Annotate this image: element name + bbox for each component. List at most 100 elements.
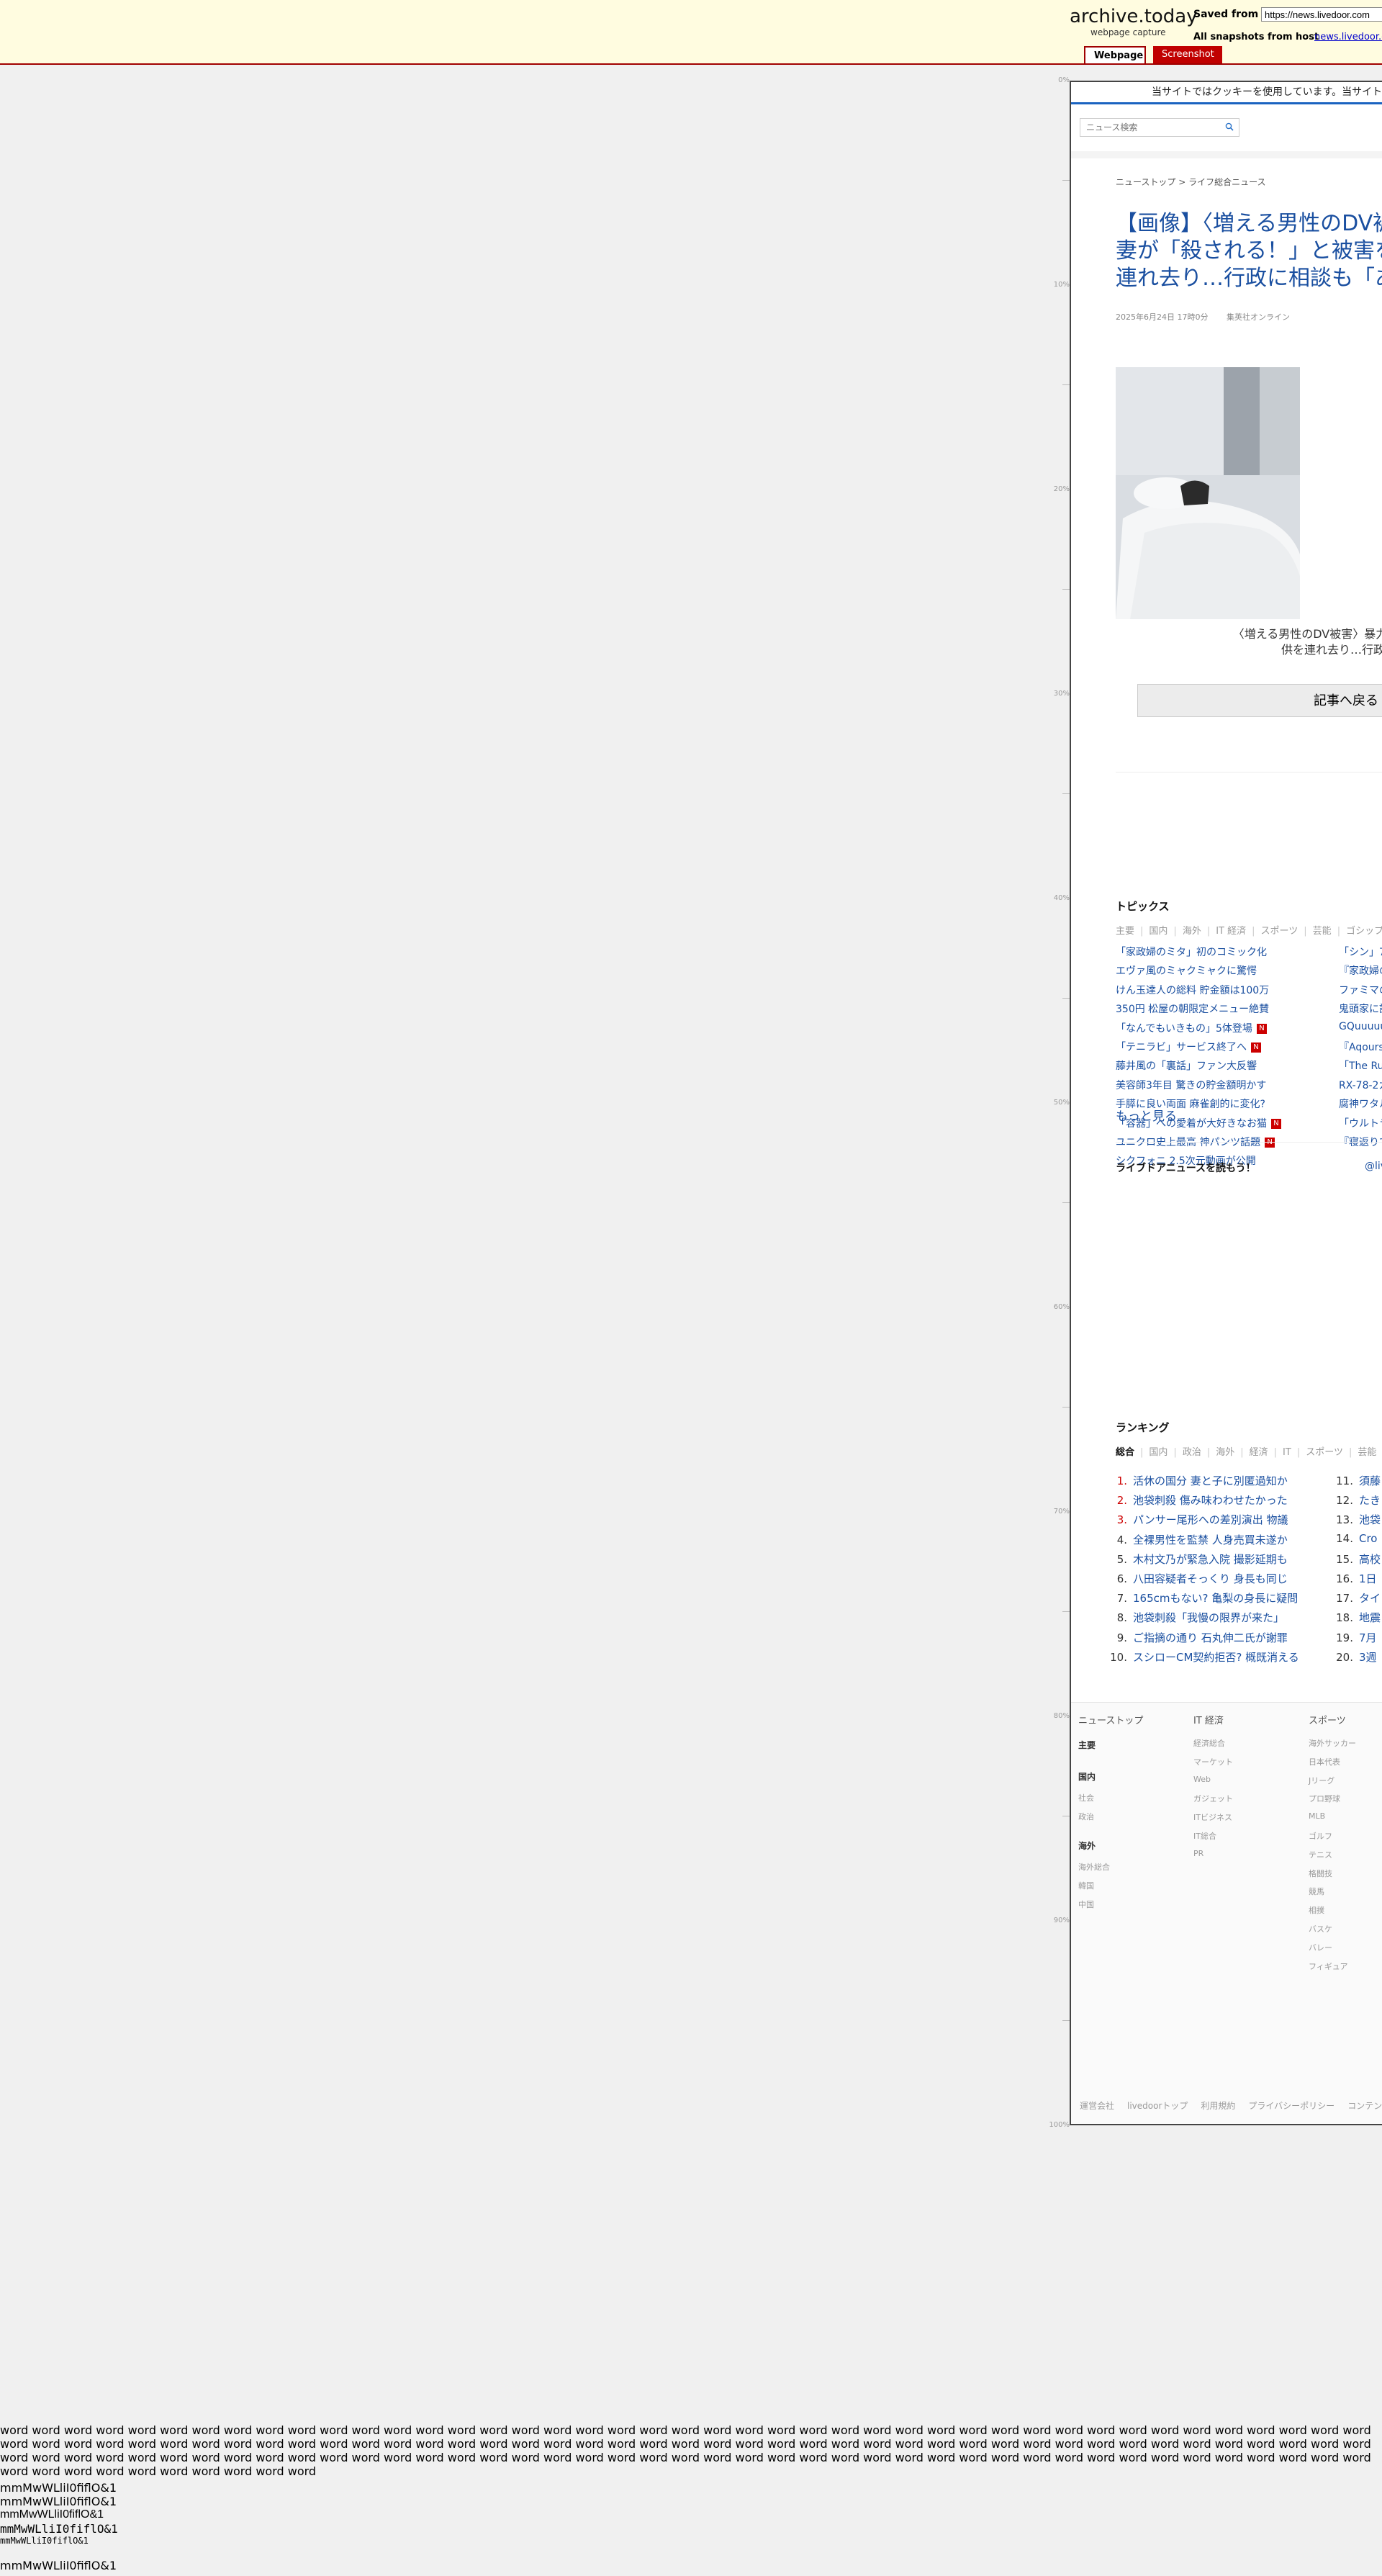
- footer-link[interactable]: バレー: [1309, 1942, 1332, 1953]
- section-tab[interactable]: 国内: [1149, 926, 1168, 937]
- topic-link[interactable]: 『Aqours: [1339, 1040, 1382, 1054]
- topic-link[interactable]: 「家政婦のミタ」初のコミック化: [1116, 945, 1267, 959]
- ranking-item[interactable]: 18. 地震: [1333, 1610, 1381, 1625]
- footer-link[interactable]: IT総合: [1193, 1830, 1216, 1842]
- section-tab[interactable]: スポーツ: [1261, 926, 1299, 937]
- ranking-item[interactable]: 1. 活休の国分 妻と子に別匿過知か: [1107, 1473, 1288, 1488]
- footer-group-head[interactable]: 主要: [1078, 1739, 1096, 1751]
- footer-bottom-link[interactable]: livedoorトップ: [1127, 2101, 1188, 2111]
- section-tab[interactable]: ゴシップ: [1346, 926, 1382, 937]
- ranking-item[interactable]: 12. たき: [1333, 1492, 1381, 1508]
- footer-link[interactable]: マーケット: [1193, 1756, 1233, 1767]
- anime-twitter-link[interactable]: @liv: [1365, 1161, 1382, 1172]
- footer-link[interactable]: 海外サッカー: [1309, 1737, 1356, 1749]
- topic-link[interactable]: RX-78-2ガ: [1339, 1078, 1382, 1092]
- ranking-item[interactable]: 20. 3週: [1333, 1649, 1376, 1665]
- footer-link[interactable]: Web: [1193, 1775, 1211, 1784]
- breadcrumb[interactable]: ニューストップ > ライフ総合ニュース: [1116, 176, 1266, 188]
- footer-link[interactable]: MLB: [1309, 1811, 1325, 1821]
- ranking-item[interactable]: 11. 須藤: [1333, 1473, 1381, 1488]
- section-tab[interactable]: 経済: [1250, 1447, 1268, 1458]
- section-tab[interactable]: 政治: [1183, 1447, 1201, 1458]
- search-icon[interactable]: [1225, 122, 1234, 131]
- topic-link[interactable]: 「ウルトラ: [1339, 1116, 1382, 1130]
- ranking-item[interactable]: 13. 池袋: [1333, 1512, 1381, 1527]
- footer-bottom-link[interactable]: コンテンツ: [1347, 2101, 1382, 2111]
- section-tab[interactable]: 芸能: [1313, 926, 1332, 937]
- topic-link[interactable]: 鬼頭家に記: [1339, 1001, 1382, 1016]
- ranking-item[interactable]: 8. 池袋刺殺「我慢の限界が来た」: [1107, 1610, 1284, 1625]
- footer-link[interactable]: 海外総合: [1078, 1861, 1110, 1873]
- footer-col-news[interactable]: ニューストップ: [1078, 1713, 1143, 1726]
- footer-link[interactable]: 競馬: [1309, 1886, 1324, 1897]
- ranking-item[interactable]: 9. ご指摘の通り 石丸伸二氏が謝罪: [1107, 1630, 1288, 1645]
- topic-link[interactable]: 「シン」7: [1339, 945, 1382, 959]
- more-topics-link[interactable]: もっと見る: [1116, 1106, 1177, 1124]
- footer-col-it[interactable]: IT 経済: [1193, 1713, 1224, 1726]
- host-snapshots-link[interactable]: news.livedoor.com: [1314, 32, 1382, 42]
- section-tab[interactable]: IT 経済: [1216, 926, 1246, 937]
- topic-link[interactable]: 藤井風の「裏話」ファン大反響: [1116, 1058, 1257, 1073]
- ranking-item[interactable]: 19. 7月: [1333, 1630, 1376, 1645]
- footer-link[interactable]: テニス: [1309, 1849, 1332, 1860]
- topic-link[interactable]: けん玉達人の総料 貯金額は100万: [1116, 983, 1269, 997]
- footer-link[interactable]: 格闘技: [1309, 1868, 1332, 1879]
- footer-link[interactable]: 政治: [1078, 1811, 1094, 1822]
- footer-col-sports[interactable]: スポーツ: [1309, 1713, 1346, 1726]
- ranking-item[interactable]: 15. 高校: [1333, 1552, 1381, 1567]
- news-search-input[interactable]: [1080, 118, 1239, 137]
- footer-link[interactable]: 経済総合: [1193, 1737, 1225, 1749]
- ranking-item[interactable]: 17. タイ: [1333, 1590, 1381, 1606]
- topic-link[interactable]: GQuuuuu: [1339, 1021, 1382, 1032]
- topic-link[interactable]: 「テニラビ」サービス終了へ N: [1116, 1040, 1261, 1054]
- topic-link[interactable]: 『家政婦の','善僑量から: [1339, 963, 1382, 978]
- topic-link[interactable]: 美容師3年目 驚きの貯金額明かす: [1116, 1078, 1266, 1092]
- footer-link[interactable]: 日本代表: [1309, 1756, 1340, 1767]
- archive-logo[interactable]: archive.today: [1070, 6, 1198, 27]
- section-tab[interactable]: 総合: [1116, 1447, 1134, 1458]
- footer-link[interactable]: 韓国: [1078, 1880, 1094, 1891]
- footer-group-head[interactable]: 国内: [1078, 1770, 1096, 1783]
- tab-screenshot[interactable]: Screenshot: [1153, 46, 1222, 63]
- section-tab[interactable]: 国内: [1149, 1447, 1168, 1458]
- topic-link[interactable]: 「なんでもいきもの」5体登場 N: [1116, 1021, 1267, 1035]
- section-tab[interactable]: IT: [1283, 1447, 1291, 1458]
- footer-bottom-link[interactable]: 運営会社: [1080, 2101, 1114, 2111]
- footer-bottom-link[interactable]: プライバシーポリシー: [1248, 2101, 1334, 2111]
- topic-link[interactable]: エヴァ風のミャクミャクに驚愕: [1116, 963, 1257, 978]
- footer-link[interactable]: ガジェット: [1193, 1793, 1233, 1804]
- footer-link[interactable]: ゴルフ: [1309, 1830, 1332, 1842]
- saved-url-field[interactable]: [1261, 7, 1382, 22]
- footer-link[interactable]: プロ野球: [1309, 1793, 1340, 1804]
- section-tab[interactable]: スポーツ: [1306, 1447, 1343, 1458]
- back-to-article-button[interactable]: 記事へ戻る: [1137, 684, 1382, 717]
- ranking-item[interactable]: 3. パンサー尾形への差別演出 物議: [1107, 1512, 1288, 1527]
- topic-link[interactable]: ファミマの: [1339, 983, 1382, 997]
- ranking-item[interactable]: 5. 木村文乃が緊急入院 撮影延期も: [1107, 1552, 1288, 1567]
- article-source[interactable]: 集英社オンライン: [1227, 312, 1290, 322]
- section-tab[interactable]: 主要: [1116, 926, 1134, 937]
- footer-link[interactable]: 相撲: [1309, 1904, 1324, 1916]
- ranking-item[interactable]: 4. 全裸男性を監禁 人身売買未遂か: [1107, 1532, 1288, 1547]
- footer-link[interactable]: 社会: [1078, 1792, 1094, 1803]
- ranking-item[interactable]: 6. 八田容疑者そっくり 身長も同じ: [1107, 1571, 1288, 1586]
- footer-link[interactable]: 中国: [1078, 1899, 1094, 1910]
- topic-link[interactable]: 350円 松屋の朝限定メニュー絶賛: [1116, 1001, 1269, 1016]
- ranking-item[interactable]: 16. 1日: [1333, 1571, 1376, 1586]
- section-tab[interactable]: 海外: [1183, 926, 1201, 937]
- topic-link[interactable]: 「The Ru: [1339, 1058, 1382, 1073]
- ranking-item[interactable]: 10. スシローCM契約拒否? 概既消える: [1107, 1649, 1299, 1665]
- ranking-item[interactable]: 14. Cro: [1333, 1532, 1377, 1545]
- section-tab[interactable]: 芸能: [1358, 1447, 1376, 1458]
- footer-group-head[interactable]: 海外: [1078, 1839, 1096, 1852]
- section-tab[interactable]: 海外: [1216, 1447, 1234, 1458]
- footer-link[interactable]: Jリーグ: [1309, 1775, 1334, 1786]
- footer-bottom-link[interactable]: 利用規約: [1201, 2101, 1235, 2111]
- ranking-item[interactable]: 2. 池袋刺殺 傷み味わわせたかった: [1107, 1492, 1288, 1508]
- topic-link[interactable]: 腐神ワタル: [1339, 1096, 1382, 1111]
- ranking-item[interactable]: 7. 165cmもない? 亀梨の身長に疑問: [1107, 1590, 1299, 1606]
- footer-link[interactable]: フィギュア: [1309, 1960, 1348, 1972]
- footer-link[interactable]: バスケ: [1309, 1923, 1332, 1935]
- footer-link[interactable]: PR: [1193, 1849, 1203, 1858]
- tab-webpage[interactable]: Webpage: [1084, 46, 1146, 63]
